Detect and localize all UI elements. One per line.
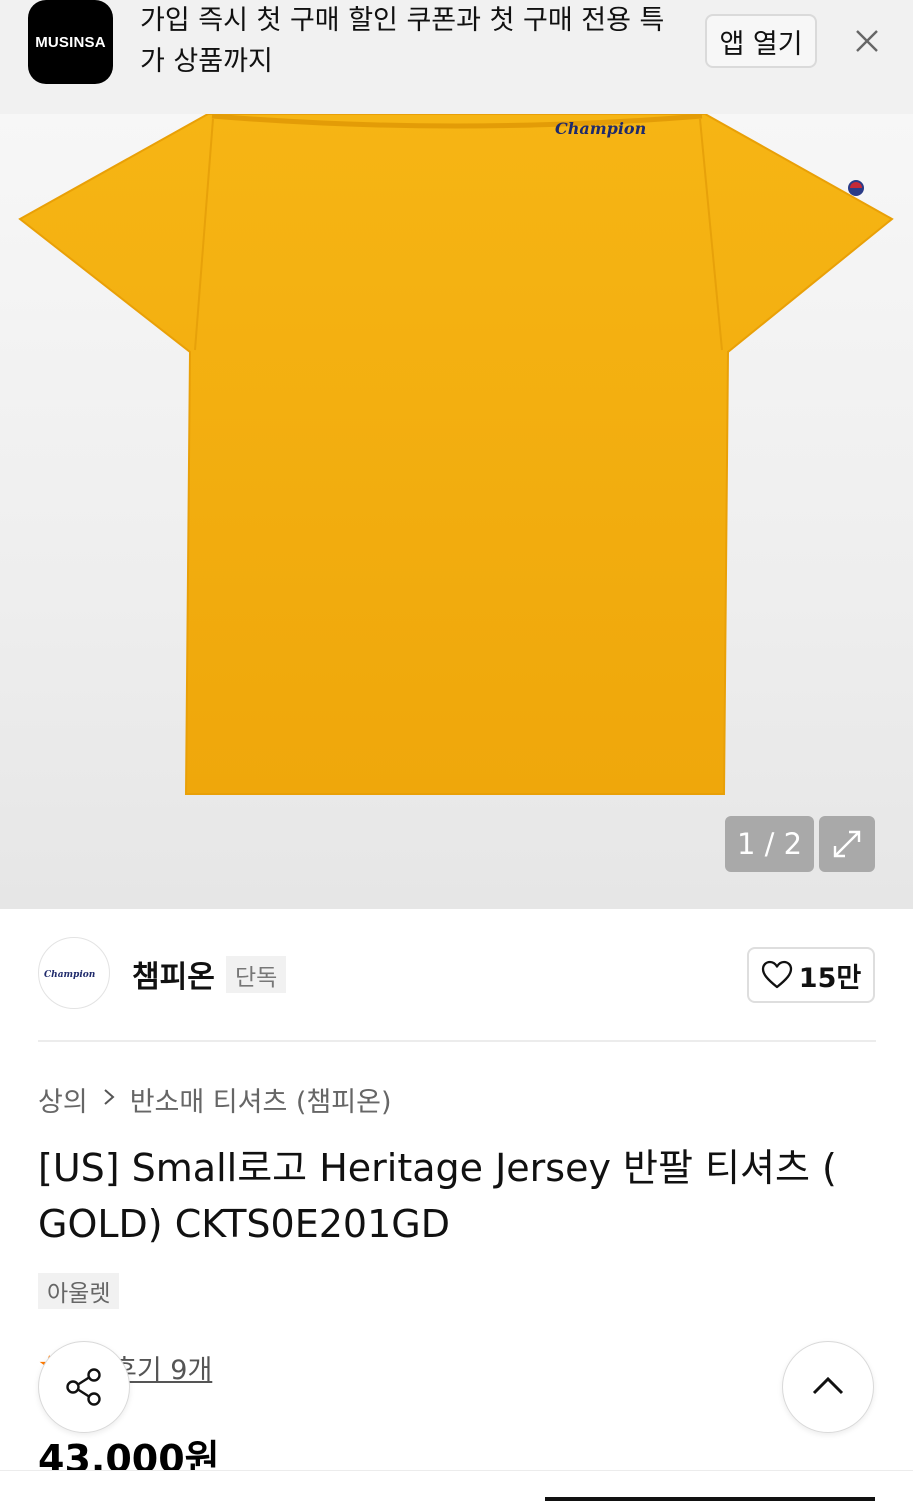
like-count: 15만 xyxy=(798,962,862,994)
divider xyxy=(38,1040,876,1042)
chevron-right-icon xyxy=(102,1086,116,1114)
share-button[interactable] xyxy=(38,1341,130,1433)
app-install-banner: MUSINSA 가입 즉시 첫 구매 할인 쿠폰과 첫 구매 전용 특가 상품까… xyxy=(0,0,913,114)
brand-name[interactable]: 챔피온 xyxy=(132,952,215,996)
breadcrumb-item-category[interactable]: 상의 xyxy=(38,1080,88,1119)
expand-icon[interactable] xyxy=(819,816,875,872)
breadcrumb-item-subcategory[interactable]: 반소매 티셔츠 (챔피온) xyxy=(130,1080,392,1119)
open-app-button[interactable]: 앱 열기 xyxy=(705,14,817,68)
exclusive-badge: 단독 xyxy=(226,956,287,993)
close-icon[interactable] xyxy=(850,24,884,58)
banner-message: 가입 즉시 첫 구매 할인 쿠폰과 첫 구매 전용 특가 상품까지 xyxy=(140,5,665,77)
product-image: Champion xyxy=(18,114,894,795)
share-icon xyxy=(66,1368,101,1406)
buy-button-edge[interactable] xyxy=(545,1497,875,1501)
musinsa-app-icon: MUSINSA xyxy=(28,0,113,84)
brand-logo[interactable]: Champion xyxy=(38,937,110,1009)
bottom-action-bar xyxy=(0,1470,913,1501)
image-counter: 1 / 2 xyxy=(725,816,814,872)
product-title: [US] Small로고 Heritage Jersey 반팔 티셔츠 ( GO… xyxy=(38,1146,837,1246)
breadcrumb: 상의 반소매 티셔츠 (챔피온) xyxy=(38,1080,391,1119)
like-button[interactable]: 15만 xyxy=(747,947,875,1003)
svg-text:Champion: Champion xyxy=(44,970,95,980)
product-image-gallery[interactable]: Champion 1 / 2 xyxy=(0,114,913,909)
outlet-tag: 아울렛 xyxy=(38,1273,120,1309)
scroll-top-button[interactable] xyxy=(782,1341,874,1433)
chevron-up-icon xyxy=(812,1376,844,1395)
heart-icon xyxy=(761,960,792,989)
champion-chest-logo: Champion xyxy=(555,119,646,138)
